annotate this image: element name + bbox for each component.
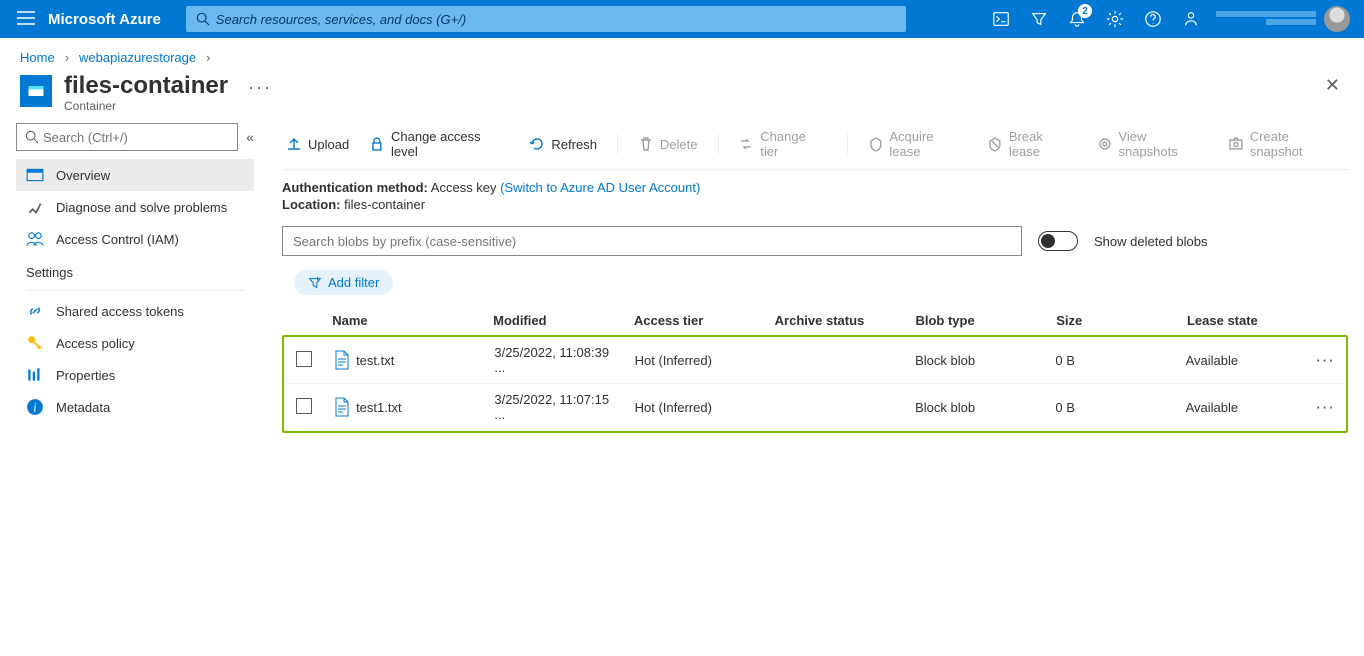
col-modified[interactable]: Modified [483, 305, 624, 337]
brand-label: Microsoft Azure [48, 11, 161, 28]
sidebar-item-iam[interactable]: Access Control (IAM) [16, 223, 254, 255]
props-icon [26, 366, 44, 384]
change-access-button[interactable]: Change access level [365, 127, 513, 161]
chevron-right-icon: › [206, 50, 210, 65]
cloud-shell-icon[interactable] [982, 0, 1020, 38]
break-lease-button: Break lease [983, 127, 1081, 161]
page-title: files-container [64, 73, 228, 99]
global-search-input[interactable] [216, 12, 896, 27]
close-blade-button[interactable]: ✕ [1325, 75, 1340, 96]
cell-access-tier: Hot (Inferred) [625, 384, 765, 431]
file-name: test1.txt [356, 400, 402, 415]
sidebar-item-label: Shared access tokens [56, 304, 184, 319]
col-access-tier[interactable]: Access tier [624, 305, 765, 337]
diagnose-icon [26, 198, 44, 216]
sidebar-item-access-policy[interactable]: Access policy [16, 327, 254, 359]
sidebar-item-sas[interactable]: Shared access tokens [16, 295, 254, 327]
sidebar-section-settings: Settings [16, 255, 254, 286]
cell-size: 0 B [1045, 384, 1175, 431]
avatar [1324, 6, 1350, 32]
notification-badge: 2 [1078, 4, 1092, 18]
user-account[interactable] [1210, 6, 1356, 32]
breadcrumb-storage[interactable]: webapiazurestorage [79, 50, 196, 65]
row-checkbox[interactable] [296, 398, 312, 414]
help-icon[interactable] [1134, 0, 1172, 38]
change-tier-button: Change tier [734, 127, 830, 161]
blob-table: Name Modified Access tier Archive status… [282, 305, 1348, 337]
overview-icon [26, 166, 44, 184]
cell-size: 0 B [1045, 337, 1175, 384]
collapse-sidebar-button[interactable]: « [246, 129, 254, 145]
chevron-right-icon: › [65, 50, 69, 65]
col-name[interactable]: Name [322, 305, 483, 337]
cell-archive-status [765, 384, 905, 431]
col-size[interactable]: Size [1046, 305, 1177, 337]
table-row[interactable]: test.txt 3/25/2022, 11:08:39 ...Hot (Infe… [284, 337, 1346, 384]
container-icon [20, 75, 52, 107]
hamburger-menu[interactable] [8, 11, 44, 28]
key-icon [26, 334, 44, 352]
col-blob-type[interactable]: Blob type [905, 305, 1046, 337]
cell-modified: 3/25/2022, 11:08:39 ... [484, 337, 624, 384]
col-lease-state[interactable]: Lease state [1177, 305, 1308, 337]
notifications-icon[interactable]: 2 [1058, 0, 1096, 38]
refresh-button[interactable]: Refresh [525, 134, 601, 154]
page-subtitle: Container [64, 99, 228, 113]
sidebar-item-label: Access Control (IAM) [56, 232, 179, 247]
svg-text:i: i [33, 401, 37, 415]
acquire-lease-button: Acquire lease [864, 127, 972, 161]
cell-lease: Available [1176, 384, 1306, 431]
view-snapshots-button: View snapshots [1093, 127, 1212, 161]
sidebar-item-overview[interactable]: Overview [16, 159, 254, 191]
sidebar-search[interactable] [16, 123, 238, 151]
feedback-icon[interactable] [1172, 0, 1210, 38]
sidebar-item-metadata[interactable]: i Metadata [16, 391, 254, 423]
blob-search-input[interactable] [282, 226, 1022, 256]
sidebar-item-diagnose[interactable]: Diagnose and solve problems [16, 191, 254, 223]
location-row: Location: files-container [282, 197, 1348, 220]
cell-access-tier: Hot (Inferred) [625, 337, 765, 384]
iam-icon [26, 230, 44, 248]
page-more-button[interactable]: ··· [248, 77, 272, 98]
sidebar-search-input[interactable] [43, 130, 229, 145]
switch-auth-link[interactable]: (Switch to Azure AD User Account) [500, 180, 700, 195]
filter-icon[interactable] [1020, 0, 1058, 38]
cell-archive-status [765, 337, 905, 384]
cell-blob-type: Block blob [905, 384, 1045, 431]
file-name: test.txt [356, 353, 394, 368]
info-icon: i [26, 398, 44, 416]
breadcrumb-home[interactable]: Home [20, 50, 55, 65]
row-more-button[interactable]: ··· [1316, 353, 1335, 368]
add-filter-button[interactable]: Add filter [294, 270, 393, 295]
link-icon [26, 302, 44, 320]
sidebar-item-label: Access policy [56, 336, 135, 351]
sidebar-item-label: Metadata [56, 400, 110, 415]
search-icon [196, 12, 210, 26]
table-row[interactable]: test1.txt 3/25/2022, 11:07:15 ...Hot (Inf… [284, 384, 1346, 431]
search-icon [25, 130, 39, 144]
sidebar-item-label: Overview [56, 168, 110, 183]
auth-method-row: Authentication method: Access key (Switc… [282, 170, 1348, 197]
sidebar-item-label: Properties [56, 368, 115, 383]
sidebar-item-label: Diagnose and solve problems [56, 200, 227, 215]
create-snapshot-button: Create snapshot [1224, 127, 1348, 161]
filter-add-icon [308, 276, 322, 290]
cell-blob-type: Block blob [905, 337, 1045, 384]
row-checkbox[interactable] [296, 351, 312, 367]
cell-lease: Available [1176, 337, 1306, 384]
file-icon [334, 397, 350, 417]
sidebar-item-properties[interactable]: Properties [16, 359, 254, 391]
cell-modified: 3/25/2022, 11:07:15 ... [484, 384, 624, 431]
delete-button: Delete [634, 134, 702, 154]
settings-icon[interactable] [1096, 0, 1134, 38]
show-deleted-toggle[interactable] [1038, 231, 1078, 251]
file-icon [334, 350, 350, 370]
global-search[interactable] [186, 6, 906, 32]
show-deleted-label: Show deleted blobs [1094, 234, 1207, 249]
upload-button[interactable]: Upload [282, 134, 353, 154]
row-more-button[interactable]: ··· [1316, 400, 1335, 415]
breadcrumb: Home › webapiazurestorage › [0, 38, 1364, 71]
col-archive-status[interactable]: Archive status [765, 305, 906, 337]
